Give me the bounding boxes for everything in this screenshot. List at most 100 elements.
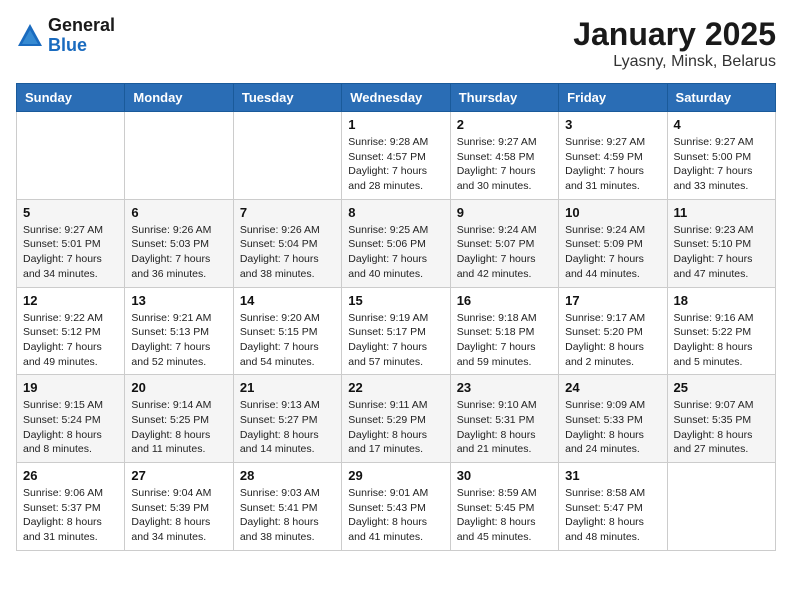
day-info: Sunrise: 9:28 AM Sunset: 4:57 PM Dayligh…: [348, 135, 443, 194]
location-title: Lyasny, Minsk, Belarus: [573, 53, 776, 71]
day-cell: 14 Sunrise: 9:20 AM Sunset: 5:15 PM Dayli…: [233, 287, 341, 375]
day-cell: 26Sunrise: 9:06 AM Sunset: 5:37 PM Dayli…: [17, 463, 125, 551]
day-info: Sunrise: 9:20 AM Sunset: 5:15 PM Dayligh…: [240, 311, 335, 370]
day-number: 2: [457, 117, 552, 132]
day-number: 13: [131, 293, 226, 308]
calendar-table: SundayMondayTuesdayWednesdayThursdayFrid…: [16, 83, 776, 551]
day-number: 12: [23, 293, 118, 308]
day-info: Sunrise: 9:03 AM Sunset: 5:41 PM Dayligh…: [240, 486, 335, 545]
week-row-5: 26Sunrise: 9:06 AM Sunset: 5:37 PM Dayli…: [17, 463, 776, 551]
day-number: 23: [457, 380, 552, 395]
week-row-1: 1 Sunrise: 9:28 AM Sunset: 4:57 PM Daylig…: [17, 112, 776, 200]
day-cell: 10Sunrise: 9:24 AM Sunset: 5:09 PM Dayli…: [559, 199, 667, 287]
logo-icon: [16, 22, 44, 50]
day-cell: 23 Sunrise: 9:10 AM Sunset: 5:31 PM Dayli…: [450, 375, 558, 463]
day-number: 28: [240, 468, 335, 483]
day-cell: 29 Sunrise: 9:01 AM Sunset: 5:43 PM Dayli…: [342, 463, 450, 551]
day-cell: 8Sunrise: 9:25 AM Sunset: 5:06 PM Daylig…: [342, 199, 450, 287]
day-number: 30: [457, 468, 552, 483]
day-cell: 2 Sunrise: 9:27 AM Sunset: 4:58 PM Daylig…: [450, 112, 558, 200]
day-number: 15: [348, 293, 443, 308]
day-number: 5: [23, 205, 118, 220]
month-title: January 2025: [573, 16, 776, 53]
day-cell: 13 Sunrise: 9:21 AM Sunset: 5:13 PM Dayli…: [125, 287, 233, 375]
day-cell: 22Sunrise: 9:11 AM Sunset: 5:29 PM Dayli…: [342, 375, 450, 463]
page-header: General Blue January 2025 Lyasny, Minsk,…: [16, 16, 776, 71]
logo: General Blue: [16, 16, 115, 56]
day-number: 24: [565, 380, 660, 395]
day-info: Sunrise: 9:27 AM Sunset: 4:59 PM Dayligh…: [565, 135, 660, 194]
day-cell: 28 Sunrise: 9:03 AM Sunset: 5:41 PM Dayli…: [233, 463, 341, 551]
day-number: 9: [457, 205, 552, 220]
day-info: Sunrise: 9:17 AM Sunset: 5:20 PM Dayligh…: [565, 311, 660, 370]
day-number: 21: [240, 380, 335, 395]
day-info: Sunrise: 9:27 AM Sunset: 5:00 PM Dayligh…: [674, 135, 769, 194]
day-info: Sunrise: 9:09 AM Sunset: 5:33 PM Dayligh…: [565, 398, 660, 457]
day-cell: 20Sunrise: 9:14 AM Sunset: 5:25 PM Dayli…: [125, 375, 233, 463]
day-cell: 6 Sunrise: 9:26 AM Sunset: 5:03 PM Daylig…: [125, 199, 233, 287]
day-info: Sunrise: 9:07 AM Sunset: 5:35 PM Dayligh…: [674, 398, 769, 457]
day-cell: 27 Sunrise: 9:04 AM Sunset: 5:39 PM Dayli…: [125, 463, 233, 551]
day-info: Sunrise: 9:26 AM Sunset: 5:03 PM Dayligh…: [131, 223, 226, 282]
day-number: 17: [565, 293, 660, 308]
day-cell: 21Sunrise: 9:13 AM Sunset: 5:27 PM Dayli…: [233, 375, 341, 463]
weekday-header-thursday: Thursday: [450, 84, 558, 112]
day-number: 14: [240, 293, 335, 308]
day-cell: 12 Sunrise: 9:22 AM Sunset: 5:12 PM Dayli…: [17, 287, 125, 375]
day-number: 27: [131, 468, 226, 483]
weekday-header-row: SundayMondayTuesdayWednesdayThursdayFrid…: [17, 84, 776, 112]
day-info: Sunrise: 9:27 AM Sunset: 4:58 PM Dayligh…: [457, 135, 552, 194]
day-info: Sunrise: 9:01 AM Sunset: 5:43 PM Dayligh…: [348, 486, 443, 545]
weekday-header-friday: Friday: [559, 84, 667, 112]
day-info: Sunrise: 9:16 AM Sunset: 5:22 PM Dayligh…: [674, 311, 769, 370]
day-number: 31: [565, 468, 660, 483]
day-info: Sunrise: 9:25 AM Sunset: 5:06 PM Dayligh…: [348, 223, 443, 282]
day-cell: 3 Sunrise: 9:27 AM Sunset: 4:59 PM Daylig…: [559, 112, 667, 200]
weekday-header-saturday: Saturday: [667, 84, 775, 112]
logo-general-text: General: [48, 15, 115, 35]
day-info: Sunrise: 9:14 AM Sunset: 5:25 PM Dayligh…: [131, 398, 226, 457]
day-cell: 9 Sunrise: 9:24 AM Sunset: 5:07 PM Daylig…: [450, 199, 558, 287]
day-number: 1: [348, 117, 443, 132]
day-cell: 16 Sunrise: 9:18 AM Sunset: 5:18 PM Dayli…: [450, 287, 558, 375]
weekday-header-monday: Monday: [125, 84, 233, 112]
title-block: January 2025 Lyasny, Minsk, Belarus: [573, 16, 776, 71]
day-cell: [17, 112, 125, 200]
week-row-4: 19Sunrise: 9:15 AM Sunset: 5:24 PM Dayli…: [17, 375, 776, 463]
day-number: 22: [348, 380, 443, 395]
day-info: Sunrise: 9:23 AM Sunset: 5:10 PM Dayligh…: [674, 223, 769, 282]
day-info: Sunrise: 9:15 AM Sunset: 5:24 PM Dayligh…: [23, 398, 118, 457]
day-info: Sunrise: 9:24 AM Sunset: 5:07 PM Dayligh…: [457, 223, 552, 282]
day-cell: 11Sunrise: 9:23 AM Sunset: 5:10 PM Dayli…: [667, 199, 775, 287]
day-number: 7: [240, 205, 335, 220]
logo-blue-text: Blue: [48, 35, 87, 55]
day-info: Sunrise: 9:21 AM Sunset: 5:13 PM Dayligh…: [131, 311, 226, 370]
day-cell: 4Sunrise: 9:27 AM Sunset: 5:00 PM Daylig…: [667, 112, 775, 200]
day-number: 16: [457, 293, 552, 308]
day-cell: 18Sunrise: 9:16 AM Sunset: 5:22 PM Dayli…: [667, 287, 775, 375]
day-cell: 30 Sunrise: 8:59 AM Sunset: 5:45 PM Dayli…: [450, 463, 558, 551]
day-info: Sunrise: 9:19 AM Sunset: 5:17 PM Dayligh…: [348, 311, 443, 370]
week-row-2: 5 Sunrise: 9:27 AM Sunset: 5:01 PM Daylig…: [17, 199, 776, 287]
weekday-header-tuesday: Tuesday: [233, 84, 341, 112]
day-info: Sunrise: 9:24 AM Sunset: 5:09 PM Dayligh…: [565, 223, 660, 282]
day-info: Sunrise: 9:22 AM Sunset: 5:12 PM Dayligh…: [23, 311, 118, 370]
day-info: Sunrise: 8:58 AM Sunset: 5:47 PM Dayligh…: [565, 486, 660, 545]
day-info: Sunrise: 9:04 AM Sunset: 5:39 PM Dayligh…: [131, 486, 226, 545]
day-info: Sunrise: 8:59 AM Sunset: 5:45 PM Dayligh…: [457, 486, 552, 545]
day-cell: 7Sunrise: 9:26 AM Sunset: 5:04 PM Daylig…: [233, 199, 341, 287]
day-info: Sunrise: 9:18 AM Sunset: 5:18 PM Dayligh…: [457, 311, 552, 370]
day-number: 6: [131, 205, 226, 220]
day-number: 25: [674, 380, 769, 395]
day-cell: 24 Sunrise: 9:09 AM Sunset: 5:33 PM Dayli…: [559, 375, 667, 463]
day-cell: 31 Sunrise: 8:58 AM Sunset: 5:47 PM Dayli…: [559, 463, 667, 551]
day-info: Sunrise: 9:10 AM Sunset: 5:31 PM Dayligh…: [457, 398, 552, 457]
weekday-header-wednesday: Wednesday: [342, 84, 450, 112]
day-info: Sunrise: 9:27 AM Sunset: 5:01 PM Dayligh…: [23, 223, 118, 282]
week-row-3: 12 Sunrise: 9:22 AM Sunset: 5:12 PM Dayli…: [17, 287, 776, 375]
day-cell: 1 Sunrise: 9:28 AM Sunset: 4:57 PM Daylig…: [342, 112, 450, 200]
day-number: 26: [23, 468, 118, 483]
day-number: 3: [565, 117, 660, 132]
day-cell: 17 Sunrise: 9:17 AM Sunset: 5:20 PM Dayli…: [559, 287, 667, 375]
day-number: 29: [348, 468, 443, 483]
